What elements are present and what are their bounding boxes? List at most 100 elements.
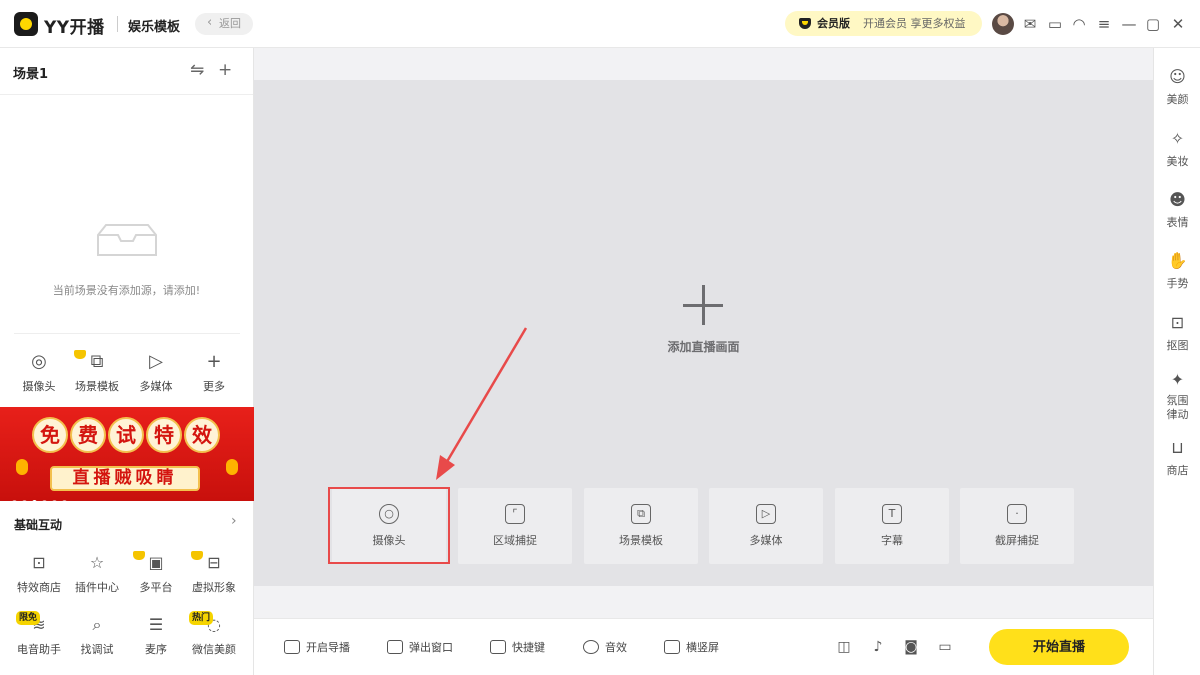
microphone-icon[interactable]: ♪: [869, 638, 887, 656]
item-label: 找调试: [80, 643, 114, 656]
vip-badge-icon: [799, 18, 811, 29]
layout-icon[interactable]: ◫: [835, 638, 853, 656]
shortcut-button[interactable]: 快捷键: [490, 639, 545, 655]
card-region-capture[interactable]: ⌜ 区域捕捉: [458, 488, 572, 564]
shop-tool[interactable]: ⊔ 商店: [1154, 437, 1200, 478]
ticket-icon[interactable]: ▭: [1045, 14, 1065, 34]
debug-tool[interactable]: ⌕ 找调试: [67, 614, 127, 657]
section-title: 基础互动: [14, 518, 63, 532]
popup-window-button[interactable]: 弹出窗口: [387, 639, 453, 655]
source-label: 多媒体: [139, 380, 173, 393]
template-name: 娱乐模板: [128, 20, 181, 35]
left-panel: 场景1 ⇋ + 当前场景没有添加源，请添加! ◎ 摄像头 ⧉ 场景模板 ▷ 多媒…: [0, 48, 254, 675]
play-icon: ▷: [149, 351, 163, 372]
banner-subtitle: 直播贼吸睛: [50, 466, 200, 491]
limited-tag: 限免: [16, 611, 41, 625]
plus-icon: +: [206, 351, 222, 372]
text-icon: T: [882, 504, 902, 524]
add-plus-icon[interactable]: [683, 285, 723, 325]
vip-label: 会员版: [817, 17, 850, 30]
item-label: 虚拟形象: [192, 581, 236, 594]
divider: [117, 16, 118, 32]
snapshot-icon[interactable]: ◙: [902, 638, 920, 656]
back-button[interactable]: 返回: [195, 12, 253, 35]
effects-shop[interactable]: ⊡ 特效商店: [9, 552, 69, 595]
card-label: 场景模板: [619, 534, 663, 547]
makeup-icon: ✧: [1170, 129, 1185, 148]
title-bar: YY开播 娱乐模板 返回 会员版 开通会员 享更多权益 ✉ ▭ ◠ ≡ — ▢ …: [0, 0, 1200, 48]
banner-char: 费: [70, 417, 106, 453]
sliders-icon: [284, 640, 300, 654]
avatar[interactable]: [992, 13, 1014, 35]
vip-banner[interactable]: 会员版 开通会员 享更多权益: [785, 11, 982, 36]
video-camera-icon[interactable]: ▭: [936, 638, 954, 656]
tool-label: 弹出窗口: [409, 641, 453, 654]
search-tool-icon: ⌕: [92, 615, 102, 634]
bottom-toolbar: 开启导播 弹出窗口 快捷键 音效 横竖屏 ◫ ♪ ◙ ▭ 开始直播: [254, 618, 1153, 675]
source-camera[interactable]: ◎ 摄像头: [9, 350, 69, 394]
makeup-tool[interactable]: ✧ 美妆: [1154, 128, 1200, 169]
card-scene-template[interactable]: ⧉ 场景模板: [584, 488, 698, 564]
start-live-button[interactable]: 开始直播: [989, 629, 1129, 665]
right-panel: ☺ 美颜 ✧ 美妆 ☻ 表情 ✋ 手势 ⊡ 抠图 ✦ 氛围律动 ⊔ 商店: [1153, 48, 1200, 675]
item-label: 插件中心: [75, 581, 119, 594]
close-icon[interactable]: ✕: [1168, 14, 1188, 34]
vip-badge-icon: [191, 551, 203, 560]
orientation-button[interactable]: 横竖屏: [664, 639, 719, 655]
tool-label: 美颜: [1166, 93, 1189, 106]
card-screen-capture[interactable]: · 截屏捕捉: [960, 488, 1074, 564]
banner-char: 免: [32, 417, 68, 453]
card-label: 字幕: [881, 534, 903, 547]
tool-label: 快捷键: [512, 641, 545, 654]
cutout-tool[interactable]: ⊡ 抠图: [1154, 312, 1200, 353]
app-brand: YY开播: [44, 18, 105, 38]
card-subtitle[interactable]: T 字幕: [835, 488, 949, 564]
plugin-center[interactable]: ☆ 插件中心: [67, 552, 127, 595]
tool-label: 美妆: [1166, 155, 1189, 168]
shop-icon: ⊔: [1171, 438, 1184, 457]
star-icon: ☆: [89, 553, 105, 572]
headset-icon[interactable]: ◠: [1069, 14, 1089, 34]
expression-tool[interactable]: ☻ 表情: [1154, 189, 1200, 230]
vip-promo: 开通会员 享更多权益: [863, 17, 966, 30]
yy-logo-icon: [14, 12, 38, 36]
sound-effect-button[interactable]: 音效: [583, 639, 627, 655]
maximize-icon[interactable]: ▢: [1143, 14, 1163, 34]
mic-queue[interactable]: ☰ 麦序: [126, 614, 186, 657]
settings-sliders-icon[interactable]: ⇋: [190, 60, 204, 80]
item-label: 微信美颜: [192, 643, 236, 656]
menu-icon[interactable]: ≡: [1094, 14, 1114, 34]
sparkle-icon: ✦: [1170, 370, 1185, 389]
window-icon: [387, 640, 403, 654]
promo-banner[interactable]: 免 费 试 特 效 直播贼吸睛: [0, 407, 254, 501]
shop-icon: ⊡: [32, 553, 46, 572]
card-label: 多媒体: [749, 534, 783, 547]
main-area: 添加直播画面 ○ 摄像头 ⌜ 区域捕捉 ⧉ 场景模板 ▷ 多媒体 T 字幕 · …: [254, 48, 1153, 618]
divider: [14, 333, 240, 334]
carousel-dots[interactable]: [12, 490, 72, 501]
rotate-icon: [664, 640, 680, 654]
director-button[interactable]: 开启导播: [284, 639, 350, 655]
item-label: 电音助手: [17, 643, 61, 656]
mail-icon[interactable]: ✉: [1020, 14, 1040, 34]
chevron-right-icon[interactable]: ›: [231, 513, 237, 529]
source-media[interactable]: ▷ 多媒体: [126, 350, 186, 394]
scene-header: 场景1 ⇋ +: [0, 48, 253, 95]
banner-char: 试: [108, 417, 144, 453]
beauty-tool[interactable]: ☺ 美颜: [1154, 66, 1200, 107]
gesture-tool[interactable]: ✋ 手势: [1154, 250, 1200, 291]
card-media[interactable]: ▷ 多媒体: [709, 488, 823, 564]
tool-label: 商店: [1166, 464, 1189, 477]
tool-label: 表情: [1166, 216, 1189, 229]
add-live-view[interactable]: 添加直播画面: [254, 338, 1153, 355]
minimize-icon[interactable]: —: [1119, 14, 1139, 34]
add-scene-icon[interactable]: +: [218, 60, 232, 80]
camera-icon: ◎: [31, 351, 47, 372]
card-label: 截屏捕捉: [995, 534, 1039, 547]
source-more[interactable]: + 更多: [184, 350, 244, 394]
scene-title: 场景1: [13, 67, 49, 82]
screenshot-icon: ·: [1007, 504, 1027, 524]
vip-badge-icon: [133, 551, 145, 560]
banner-char: 特: [146, 417, 182, 453]
ambience-tool[interactable]: ✦ 氛围律动: [1154, 369, 1200, 422]
